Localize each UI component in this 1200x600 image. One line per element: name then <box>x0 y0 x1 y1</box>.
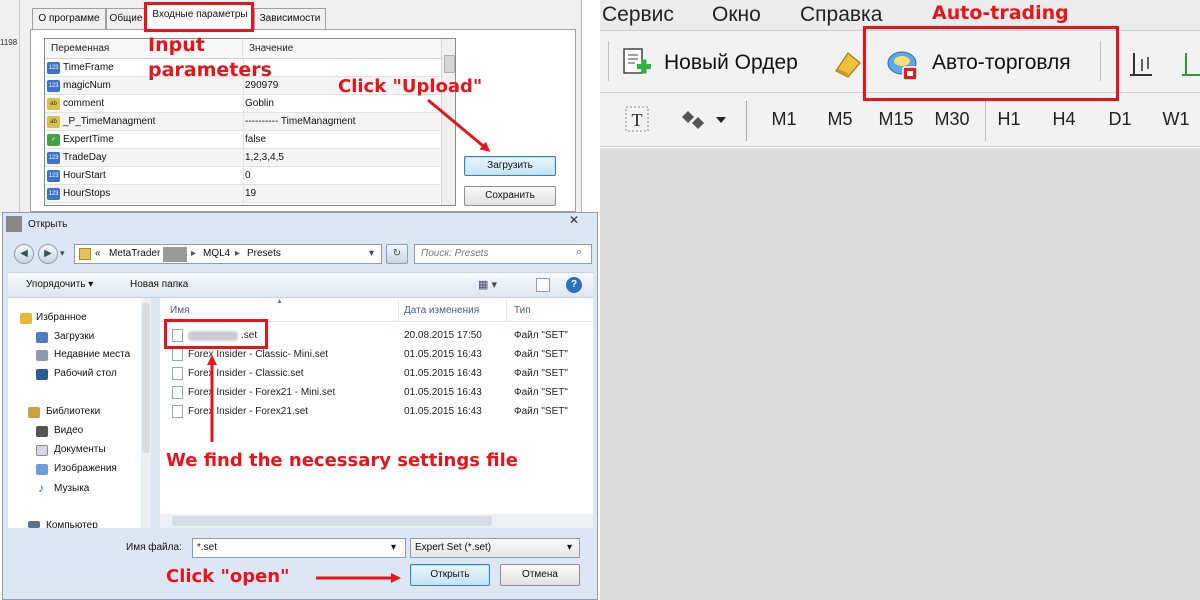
annotation-click-open: Click "open" <box>166 566 290 587</box>
highlight-input-tab <box>144 2 254 32</box>
annotation-find-file: We find the necessary settings file <box>166 450 518 471</box>
annotation-auto-trading: Auto-trading <box>932 2 1069 24</box>
annotation-click-upload: Click "Upload" <box>338 76 483 97</box>
highlight-settings-file <box>164 319 268 349</box>
highlight-auto-trading <box>863 26 1119 101</box>
annotation-input-parameters: Input parameters <box>148 34 272 81</box>
arrow-to-upload <box>427 98 491 152</box>
